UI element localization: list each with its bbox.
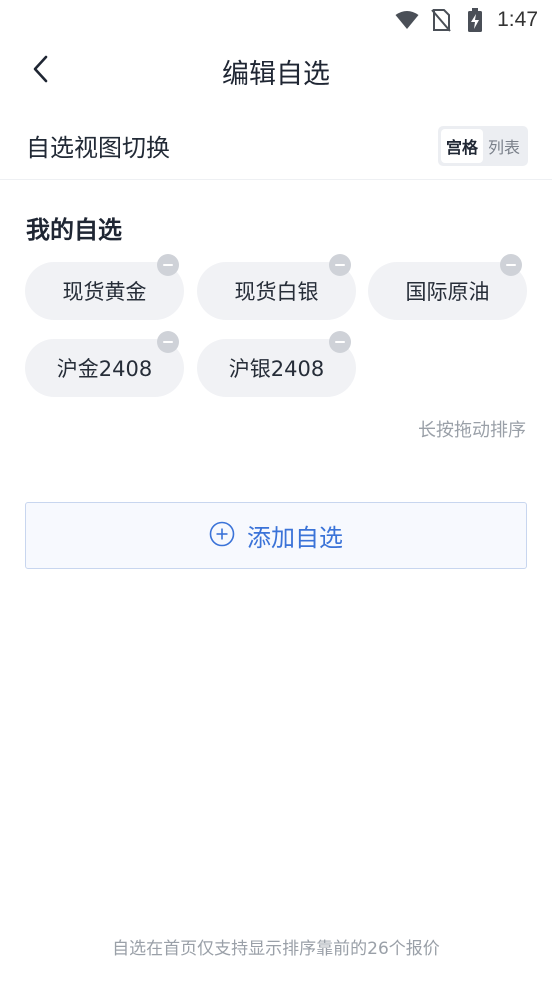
watchlist-chip[interactable]: 现货黄金: [25, 254, 184, 320]
remove-icon[interactable]: [157, 254, 179, 276]
footer-note: 自选在首页仅支持显示排序靠前的26个报价: [112, 939, 440, 959]
view-switch-row: 自选视图切换 宫格 列表: [0, 112, 552, 180]
no-sim-icon: [429, 8, 453, 32]
chevron-left-icon: [31, 54, 51, 88]
view-option-list[interactable]: 列表: [483, 129, 525, 163]
view-segmented-control: 宫格 列表: [437, 125, 528, 166]
chip-label: 沪银2408: [228, 357, 325, 381]
status-time: 1:47: [497, 8, 538, 31]
watchlist-chip[interactable]: 沪银2408: [197, 331, 356, 397]
remove-icon[interactable]: [329, 254, 351, 276]
view-option-grid[interactable]: 宫格: [440, 128, 483, 163]
add-watchlist-label: 添加自选: [247, 524, 343, 552]
battery-charging-icon: [463, 8, 487, 32]
watchlist-chip[interactable]: 现货白银: [197, 254, 356, 320]
chip-label: 国际原油: [405, 280, 490, 304]
back-button[interactable]: [20, 50, 62, 92]
remove-icon[interactable]: [157, 331, 179, 353]
remove-icon[interactable]: [329, 331, 351, 353]
watchlist-chip[interactable]: 沪金2408: [25, 331, 184, 397]
wifi-icon: [395, 8, 419, 32]
sort-hint: 长按拖动排序: [418, 420, 526, 441]
chip-label: 现货白银: [234, 280, 319, 304]
chip-label: 现货黄金: [62, 280, 147, 304]
watchlist-chip[interactable]: 国际原油: [368, 254, 527, 320]
header: 编辑自选: [0, 42, 552, 100]
chip-label: 沪金2408: [56, 357, 153, 381]
remove-icon[interactable]: [500, 254, 522, 276]
plus-circle-icon: [209, 521, 235, 551]
status-bar: 1:47: [0, 0, 552, 40]
page-title: 编辑自选: [222, 58, 330, 90]
add-watchlist-button[interactable]: 添加自选: [25, 502, 527, 569]
view-switch-label: 自选视图切换: [26, 134, 170, 162]
section-title: 我的自选: [26, 216, 122, 244]
